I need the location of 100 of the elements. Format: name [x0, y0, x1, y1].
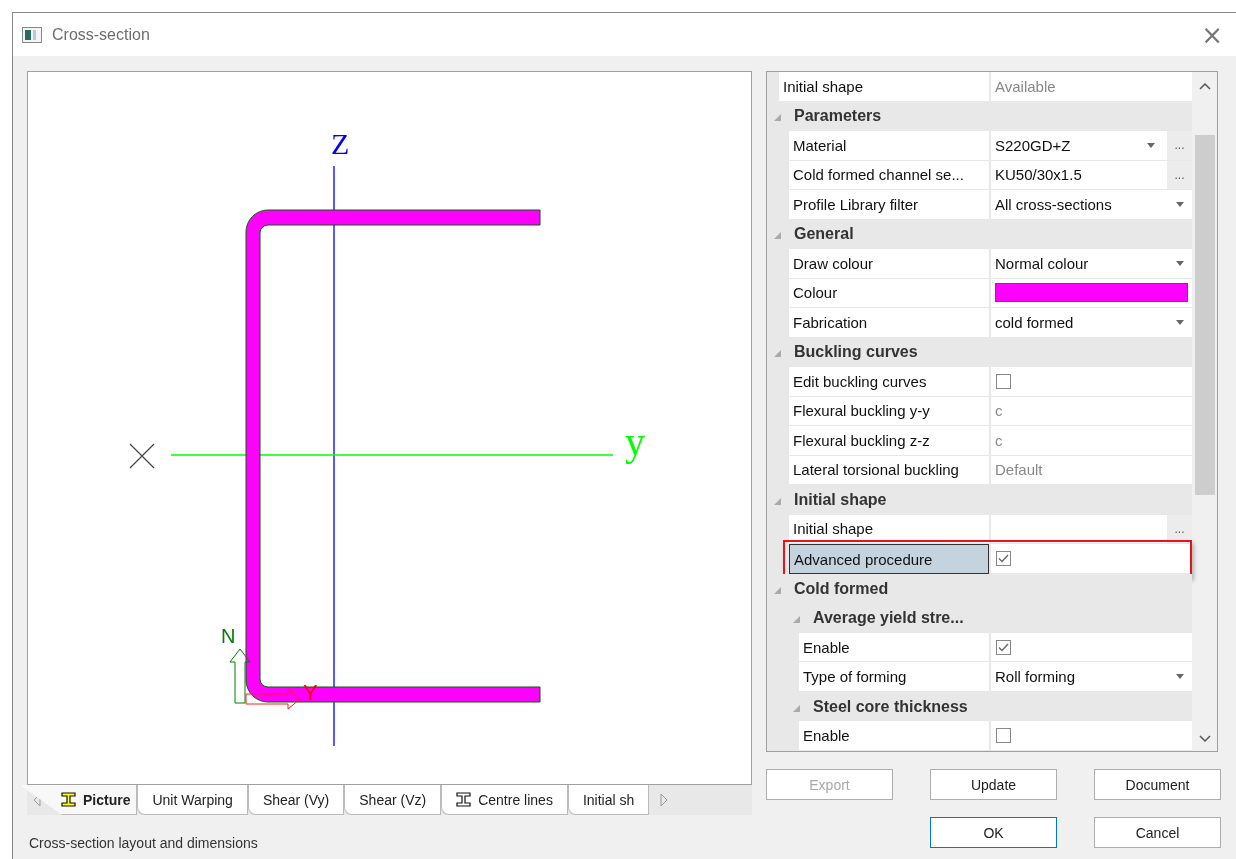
axis-label: y [625, 419, 645, 464]
property-row[interactable]: Profile Library filter All cross-sections [767, 190, 1192, 220]
expanded-triangle-icon[interactable] [773, 232, 781, 240]
category-label: General [793, 224, 855, 245]
dialog-button[interactable]: OK [930, 817, 1057, 848]
tab-label: Picture [83, 791, 131, 808]
window-title: Cross-section [52, 25, 151, 44]
axis-label: Z [331, 127, 350, 160]
category-label: Steel core thickness [812, 696, 969, 717]
close-button[interactable]: × [1197, 21, 1227, 48]
property-label: Material [789, 131, 989, 161]
property-label: Enable [799, 721, 989, 751]
property-value: c [995, 431, 1004, 449]
axis-label: Y [303, 680, 318, 705]
category-label: Cold formed [793, 578, 890, 599]
dialog-button[interactable]: Cancel [1094, 817, 1221, 848]
category-label: Average yield stre... [812, 608, 965, 629]
expanded-triangle-icon[interactable] [773, 114, 781, 122]
category-label: Buckling curves [793, 342, 919, 363]
window-icon [22, 26, 42, 43]
category-row[interactable]: Buckling curves [767, 337, 1192, 368]
property-row[interactable]: Colour [767, 278, 1192, 309]
expanded-triangle-icon[interactable] [773, 497, 781, 505]
category-row[interactable]: Initial shape [767, 485, 1192, 515]
tab-label: Unit Warping [152, 791, 233, 808]
tab[interactable]: Unit Warping [137, 785, 248, 815]
beam-section-icon [61, 792, 76, 807]
dialog-button[interactable]: Document [1094, 769, 1221, 800]
tab-label: Initial sh [582, 791, 635, 808]
axis-label: N [221, 625, 236, 647]
property-row[interactable]: Enable [767, 721, 1192, 751]
expanded-triangle-icon[interactable] [792, 616, 800, 624]
property-value: cold formed [995, 313, 1075, 331]
browse-button[interactable]: ... [1167, 131, 1192, 160]
property-label: Edit buckling curves [789, 367, 989, 397]
property-label: Initial shape [779, 72, 989, 102]
property-label: Flexural buckling z-z [789, 426, 989, 456]
category-label: Parameters [793, 106, 883, 127]
tab[interactable]: Shear (Vz) [344, 785, 442, 815]
category-row[interactable]: Average yield stre... [767, 603, 1192, 633]
property-row[interactable]: Fabrication cold formed [767, 308, 1192, 338]
tab[interactable]: Centre lines [441, 785, 568, 815]
checkbox[interactable] [996, 373, 1011, 389]
category-row[interactable]: Steel core thickness [767, 691, 1192, 722]
dialog-button[interactable]: Update [930, 769, 1057, 800]
property-label: Lateral torsional buckling [789, 455, 989, 486]
property-value: KU50/30x1.5 [995, 166, 1083, 184]
property-value: c [995, 402, 1004, 420]
property-label: Profile Library filter [789, 190, 989, 220]
status-text: Cross-section layout and dimensions [28, 834, 259, 851]
scroll-thumb[interactable] [1194, 135, 1215, 495]
property-row[interactable]: Enable [767, 632, 1192, 663]
property-label: Type of forming [799, 662, 989, 692]
checkbox[interactable] [996, 728, 1011, 744]
property-value: Available [995, 77, 1057, 95]
expanded-triangle-icon[interactable] [773, 350, 781, 358]
checkbox[interactable] [996, 551, 1011, 566]
tab-label: Shear (Vz) [359, 791, 427, 808]
checkbox[interactable] [996, 639, 1011, 655]
property-row[interactable]: Draw colour Normal colour [767, 249, 1192, 279]
local-axes-drawing [229, 648, 301, 710]
scroll-down-icon[interactable] [1198, 735, 1211, 743]
property-label: Draw colour [789, 249, 989, 279]
scroll-up-icon[interactable] [1198, 82, 1211, 90]
property-row[interactable]: Type of forming Roll forming [767, 662, 1192, 692]
property-row[interactable]: Cold formed channel se... KU50/30x1.5 ... [767, 160, 1192, 191]
property-label: Colour [789, 278, 989, 309]
dropdown-caret-icon[interactable] [1176, 201, 1184, 207]
property-value: Normal colour [995, 254, 1090, 272]
beam-section-icon [456, 792, 472, 807]
property-value: Roll forming [995, 668, 1077, 686]
property-row[interactable]: Edit buckling curves [767, 367, 1192, 397]
expanded-triangle-icon[interactable] [773, 586, 781, 594]
property-value: S220GD+Z [995, 136, 1072, 154]
dropdown-caret-icon[interactable] [1176, 674, 1184, 680]
property-label: Enable [799, 632, 989, 663]
scroll-right-icon[interactable] [659, 793, 670, 807]
tab[interactable]: Shear (Vy) [247, 785, 345, 815]
property-label: Advanced procedure [789, 544, 989, 574]
dropdown-caret-icon[interactable] [1147, 142, 1155, 148]
tab-label: Shear (Vy) [262, 791, 330, 808]
category-row[interactable]: Cold formed [767, 573, 1192, 604]
expanded-triangle-icon[interactable] [792, 704, 800, 712]
property-label: Cold formed channel se... [789, 160, 989, 191]
colour-swatch[interactable] [995, 283, 1188, 303]
property-label: Flexural buckling y-y [789, 396, 989, 427]
dropdown-caret-icon[interactable] [1176, 260, 1184, 266]
tab[interactable]: Picture [20, 785, 138, 815]
dropdown-caret-icon[interactable] [1176, 319, 1184, 325]
tab[interactable]: Initial sh [567, 785, 650, 815]
property-label: Fabrication [789, 308, 989, 338]
category-label: Initial shape [793, 489, 888, 510]
property-row[interactable]: Material S220GD+Z ... [767, 131, 1192, 161]
tab-label: Centre lines [478, 791, 553, 808]
origin-cross-icon [129, 443, 155, 469]
property-value: Default [995, 461, 1044, 479]
category-row[interactable]: General [767, 219, 1192, 250]
category-row[interactable]: Parameters [767, 101, 1192, 132]
property-value: All cross-sections [995, 195, 1113, 213]
browse-button[interactable]: ... [1167, 160, 1192, 190]
